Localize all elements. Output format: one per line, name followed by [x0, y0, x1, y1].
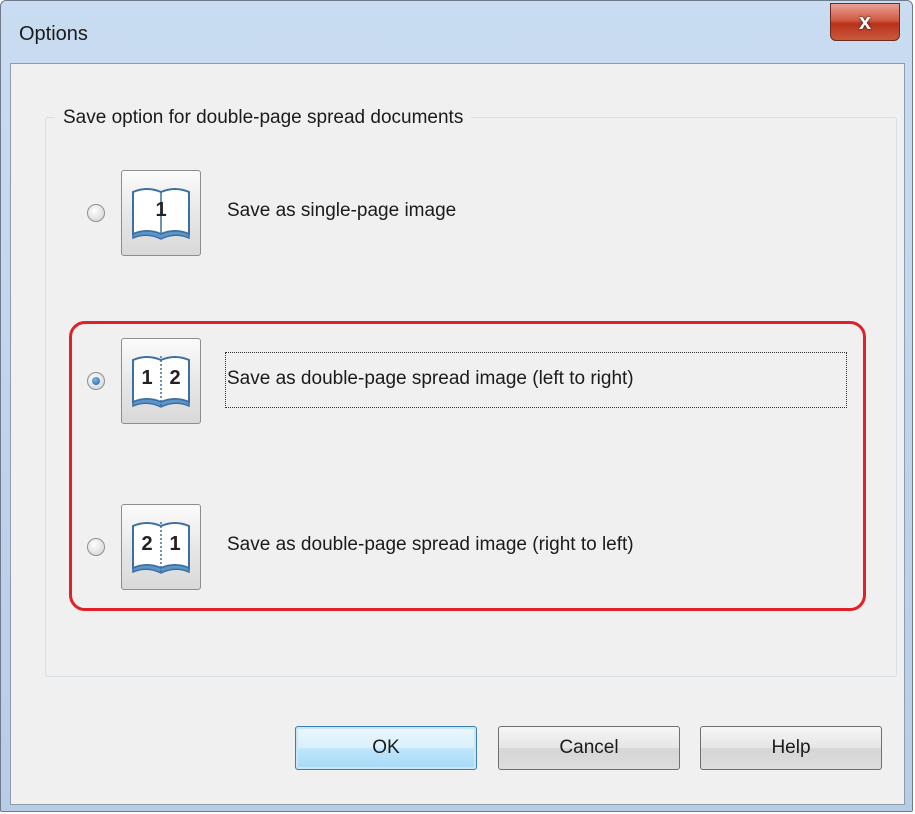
highlight-annotation — [69, 321, 866, 611]
option-single-page[interactable]: 1 Save as single-page image — [11, 168, 904, 258]
title-bar[interactable]: Options x — [1, 1, 912, 63]
help-button[interactable]: Help — [700, 726, 882, 770]
cancel-button[interactable]: Cancel — [498, 726, 680, 770]
ok-button[interactable]: OK — [295, 726, 477, 770]
dialog-body: Save option for double-page spread docum… — [10, 63, 905, 805]
book-page-1-icon: 1 — [132, 188, 190, 240]
groupbox-label: Save option for double-page spread docum… — [55, 107, 472, 129]
options-dialog: Options x Save option for double-page sp… — [0, 0, 913, 812]
window-title: Options — [19, 23, 88, 45]
option-label-single-page: Save as single-page image — [227, 200, 457, 221]
page-number-1: 1 — [155, 199, 166, 221]
radio-single-page[interactable] — [87, 204, 105, 222]
single-page-icon-button[interactable]: 1 — [121, 170, 201, 256]
close-icon: x — [858, 9, 872, 34]
close-button[interactable]: x — [830, 3, 900, 41]
